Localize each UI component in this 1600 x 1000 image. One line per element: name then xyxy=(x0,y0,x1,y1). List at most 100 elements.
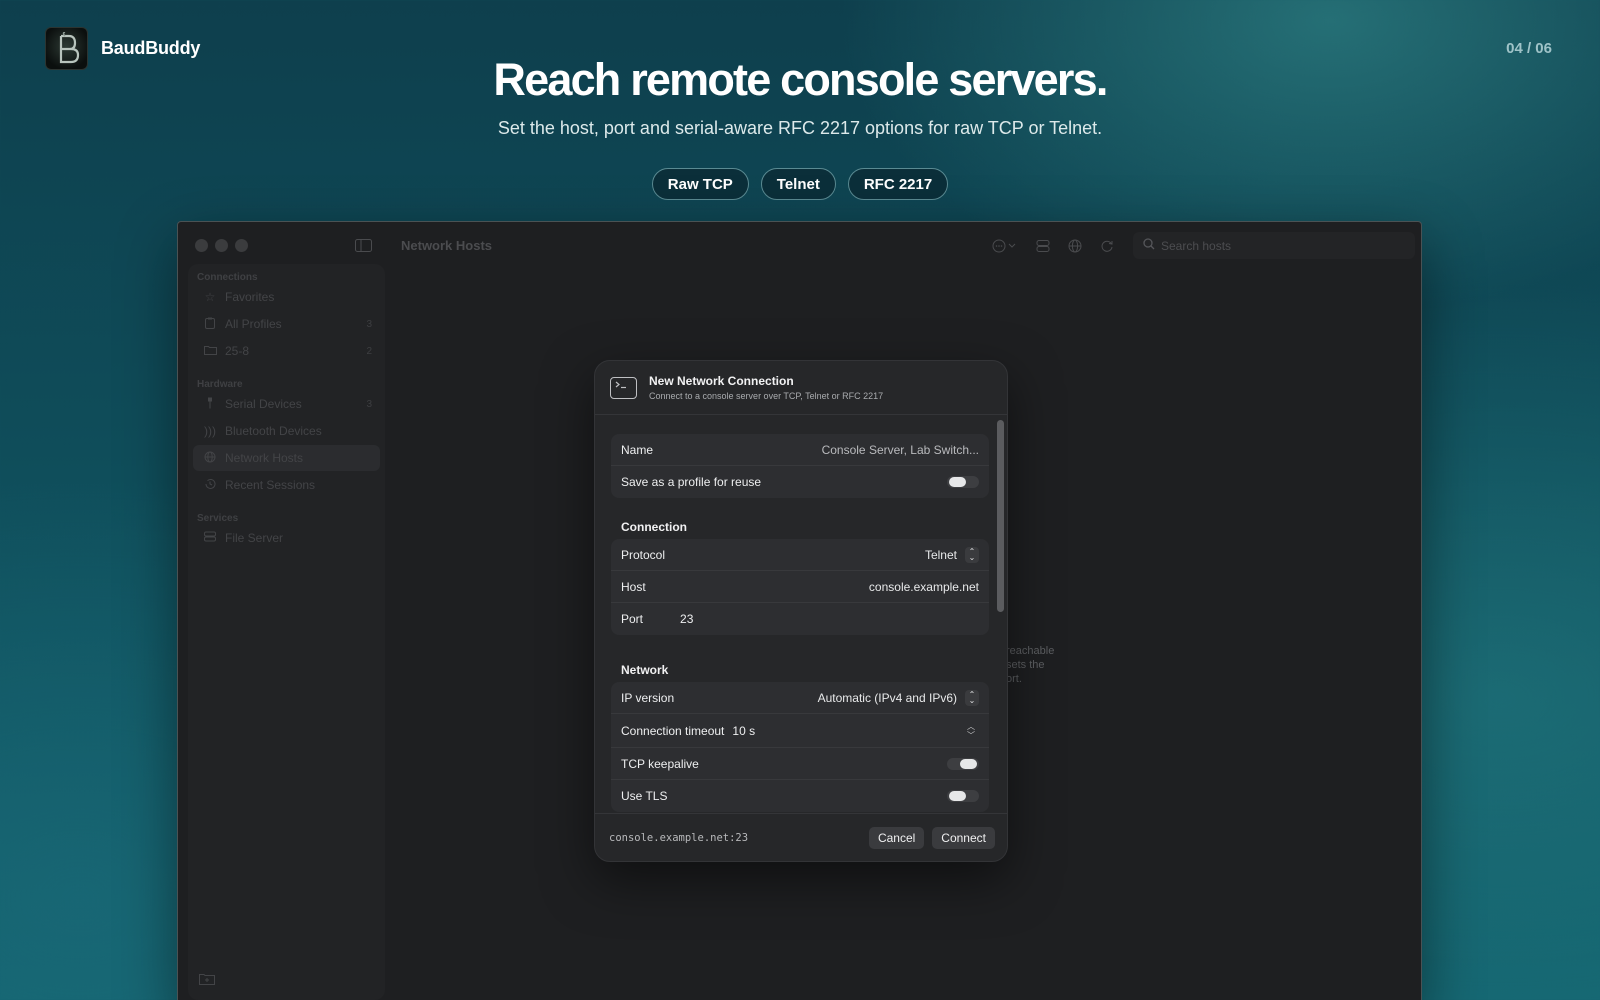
ip-version-label: IP version xyxy=(621,690,675,705)
toolbar xyxy=(990,237,1116,255)
dialog-footer: console.example.net:23 Cancel Connect xyxy=(595,813,1007,861)
search-placeholder: Search hosts xyxy=(1161,238,1232,253)
chip-rfc-2217: RFC 2217 xyxy=(847,168,949,200)
name-input[interactable]: Console Server, Lab Switch... xyxy=(822,443,979,457)
protocol-label: Protocol xyxy=(621,547,666,562)
more-icon[interactable] xyxy=(990,237,1020,255)
sidebar-item-label: All Profiles xyxy=(225,317,282,331)
timeout-input[interactable]: 10 s xyxy=(732,724,755,738)
sidebar-item-count: 3 xyxy=(366,318,372,330)
window-controls xyxy=(195,239,248,252)
name-label: Name xyxy=(621,442,654,457)
tls-row: Use TLS xyxy=(611,780,989,812)
folder-icon xyxy=(203,344,217,358)
history-icon xyxy=(203,478,217,493)
chip-raw-tcp: Raw TCP xyxy=(651,168,749,200)
sidebar-item-label: Favorites xyxy=(225,290,275,304)
server-icon[interactable] xyxy=(1034,237,1052,255)
chip-telnet: Telnet xyxy=(760,168,836,200)
sidebar-item-file-server[interactable]: File Server xyxy=(193,525,380,551)
sidebar-item-recent-sessions[interactable]: Recent Sessions xyxy=(193,472,380,498)
endpoint-preview: console.example.net:23 xyxy=(609,831,749,844)
network-section-title: Network xyxy=(621,663,669,677)
usb-icon xyxy=(203,397,217,412)
new-network-connection-dialog: New Network Connection Connect to a cons… xyxy=(594,360,1008,862)
protocol-select[interactable]: Telnet xyxy=(925,548,957,562)
terminal-icon xyxy=(610,376,637,399)
keepalive-label: TCP keepalive xyxy=(621,756,699,771)
host-input[interactable]: console.example.net xyxy=(869,580,979,594)
app-window: Network Hosts Search hosts Connections ☆… xyxy=(177,221,1422,1000)
port-label: Port xyxy=(621,612,644,626)
sidebar-section-title: Hardware xyxy=(197,379,243,390)
subheadline: Set the host, port and serial-aware RFC … xyxy=(497,118,1103,138)
empty-state-hint: reachable sets the ort. xyxy=(1006,645,1055,685)
clipboard-icon xyxy=(203,317,217,332)
scrollbar[interactable] xyxy=(997,420,1004,612)
sidebar-item-label: File Server xyxy=(225,531,284,545)
dialog-header: New Network Connection Connect to a cons… xyxy=(595,361,1007,415)
sidebar-item-count: 2 xyxy=(366,345,372,357)
sidebar-item-label: Bluetooth Devices xyxy=(225,424,322,438)
dialog-form: Name Console Server, Lab Switch... Save … xyxy=(595,416,1007,813)
sidebar-section-title: Connections xyxy=(197,272,258,283)
timeout-row: Connection timeout 10 s ︿ ﹀ xyxy=(611,714,989,748)
close-window-button[interactable] xyxy=(195,239,208,252)
protocol-chips: Raw TCP Telnet RFC 2217 xyxy=(0,168,1600,200)
dialog-subtitle: Connect to a console server over TCP, Te… xyxy=(649,391,884,401)
search-icon xyxy=(1143,238,1155,253)
sidebar-item-all-profiles[interactable]: All Profiles 3 xyxy=(193,311,380,337)
connection-section-title: Connection xyxy=(621,520,687,534)
titlebar: Network Hosts Search hosts xyxy=(178,222,1421,268)
minimize-window-button[interactable] xyxy=(215,239,228,252)
sidebar-item-label: Serial Devices xyxy=(225,397,302,411)
timeout-stepper[interactable]: ︿ ﹀ xyxy=(963,720,979,742)
host-row: Host console.example.net xyxy=(611,571,989,603)
connection-group: Protocol Telnet ⌃ ⌄ Host console.example.… xyxy=(611,539,989,635)
save-profile-toggle[interactable] xyxy=(947,476,979,488)
network-group: IP version Automatic (IPv4 and IPv6) ⌃ ⌄ … xyxy=(611,682,989,812)
sidebar-item-serial-devices[interactable]: Serial Devices 3 xyxy=(193,391,380,417)
star-icon: ☆ xyxy=(204,290,216,304)
window-title: Network Hosts xyxy=(401,238,493,253)
port-input[interactable]: 23 xyxy=(680,612,693,626)
globe-icon xyxy=(203,451,217,466)
ip-version-row: IP version Automatic (IPv4 and IPv6) ⌃ ⌄ xyxy=(611,682,989,714)
sidebar-section-title: Services xyxy=(197,513,239,524)
protocol-row: Protocol Telnet ⌃ ⌄ xyxy=(611,539,989,571)
chevron-updown-icon[interactable]: ⌃ ⌄ xyxy=(965,546,979,563)
sidebar-item-bluetooth-devices[interactable]: ))) Bluetooth Devices xyxy=(193,418,380,444)
chevron-updown-icon[interactable]: ⌃ ⌄ xyxy=(965,689,979,706)
tls-toggle[interactable] xyxy=(947,790,979,802)
keepalive-toggle[interactable] xyxy=(947,757,979,770)
sidebar-item-count: 3 xyxy=(366,398,372,410)
zoom-window-button[interactable] xyxy=(235,239,248,252)
name-row: Name Console Server, Lab Switch... xyxy=(611,434,989,466)
sidebar-item-favorites[interactable]: ☆ Favorites xyxy=(193,284,380,310)
sidebar-item-network-hosts[interactable]: Network Hosts xyxy=(193,445,380,471)
refresh-icon[interactable] xyxy=(1098,237,1116,255)
port-row: Port 23 xyxy=(611,603,989,635)
connect-button[interactable]: Connect xyxy=(932,826,995,849)
bluetooth-icon: ))) xyxy=(204,424,216,438)
ip-version-select[interactable]: Automatic (IPv4 and IPv6) xyxy=(818,691,957,705)
cancel-button[interactable]: Cancel xyxy=(868,826,925,849)
server-icon xyxy=(203,531,217,546)
keepalive-row: TCP keepalive xyxy=(611,748,989,780)
sidebar-toggle-icon[interactable] xyxy=(355,239,372,257)
tls-label: Use TLS xyxy=(621,789,668,803)
new-folder-icon[interactable] xyxy=(199,972,215,990)
save-profile-label: Save as a profile for reuse xyxy=(621,475,762,489)
search-field[interactable]: Search hosts xyxy=(1133,232,1415,259)
sidebar-item-25-8[interactable]: 25-8 2 xyxy=(193,338,380,364)
dialog-title: New Network Connection xyxy=(649,374,794,388)
sidebar-item-label: 25-8 xyxy=(225,344,250,358)
globe-icon[interactable] xyxy=(1066,237,1084,255)
sidebar: Connections ☆ Favorites All Profiles 3 2… xyxy=(188,264,385,1000)
headline: Reach remote console servers. xyxy=(493,54,1108,105)
host-label: Host xyxy=(621,579,646,594)
timeout-label: Connection timeout xyxy=(621,723,725,738)
sidebar-item-label: Network Hosts xyxy=(225,451,304,465)
sidebar-item-label: Recent Sessions xyxy=(225,478,316,492)
save-profile-row: Save as a profile for reuse xyxy=(611,466,989,498)
